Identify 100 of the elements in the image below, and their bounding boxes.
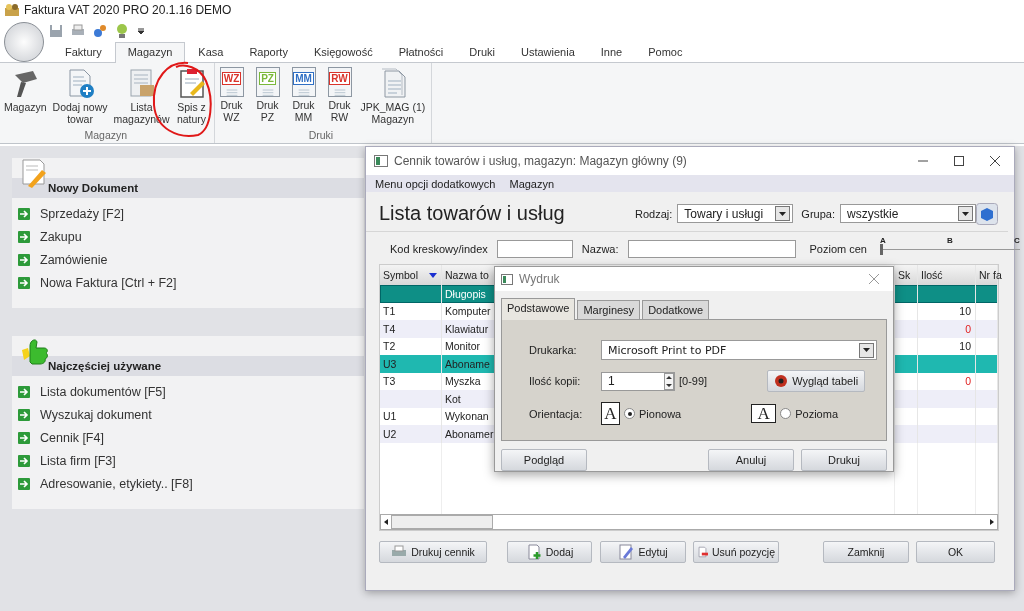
field-label: Kod kreskowy/index: [390, 243, 488, 255]
ribbon-button-label: Druk PZ: [256, 99, 279, 123]
slider-tick-label: B: [947, 236, 953, 245]
menu-item[interactable]: Menu opcji dodatkowych: [375, 177, 496, 190]
panel-title: Nowy Dokument: [12, 178, 364, 198]
arrow-icon: [18, 454, 30, 467]
dialog-tab[interactable]: Dodatkowe: [642, 300, 710, 319]
document-code-text: RW: [329, 72, 350, 85]
ribbon-button-label: Druk RW: [328, 99, 351, 123]
panel-link[interactable]: Nowa Faktura [Ctrl + F2]: [12, 271, 364, 294]
ribbon-tab[interactable]: Płatności: [385, 42, 457, 62]
dialog-title: Wydruk: [519, 272, 560, 286]
orientation-radio[interactable]: Pozioma: [780, 407, 838, 420]
dialog-button[interactable]: Podgląd: [501, 449, 587, 471]
panel-link[interactable]: Lista dokumentów [F5]: [12, 380, 364, 403]
ribbon-tab[interactable]: Pomoc: [635, 42, 696, 62]
dialog-button[interactable]: Anuluj: [708, 449, 794, 471]
field-label: Rodzaj:: [635, 207, 673, 220]
ribbon-button-label: Magazyn: [4, 101, 47, 113]
panel-link[interactable]: Wyszukaj dokument: [12, 403, 364, 426]
scrollbar-thumb[interactable]: [391, 515, 493, 529]
maximize-icon[interactable]: [954, 156, 964, 166]
page-orientation-icon: A: [751, 404, 777, 423]
dialog-tab[interactable]: Podstawowe: [501, 298, 576, 320]
action-button[interactable]: OK: [916, 541, 995, 563]
arrow-icon: [18, 253, 30, 266]
slider-thumb[interactable]: [880, 244, 883, 255]
type-dropdown[interactable]: Towary i usługi: [677, 204, 794, 223]
field-label: Ilość kopii:: [529, 375, 582, 387]
lightbulb-icon[interactable]: [114, 23, 130, 39]
ribbon-tab[interactable]: Inne: [587, 42, 636, 62]
table-cell: 0: [918, 320, 976, 338]
action-button[interactable]: Dodaj: [507, 541, 592, 563]
orientation-radio[interactable]: Pionowa: [624, 407, 682, 420]
slider-tick-label: C: [1014, 236, 1020, 245]
dialog-tab[interactable]: Marginesy: [577, 300, 641, 319]
ribbon-button[interactable]: Dodaj nowy towar: [50, 63, 110, 129]
ribbon-tab[interactable]: Kasa: [185, 42, 237, 62]
name-input-field[interactable]: [627, 240, 796, 258]
window-icon: [501, 273, 513, 285]
window-title: Faktura VAT 2020 PRO 20.1.16 DEMO: [24, 3, 232, 17]
ribbon-button[interactable]: PZ Druk PZ: [250, 63, 285, 129]
barcode-input-field[interactable]: [496, 240, 573, 258]
edit-document-icon: [618, 544, 635, 560]
range-hint: [0-99]: [679, 375, 708, 387]
close-icon[interactable]: [990, 156, 1000, 166]
ribbon-button[interactable]: Magazyn: [2, 63, 49, 129]
panel-link[interactable]: Sprzedaży [F2]: [12, 202, 364, 225]
arrow-icon: [18, 385, 30, 398]
dropdown-caret-icon[interactable]: [136, 26, 146, 36]
ribbon-tab[interactable]: Ustawienia: [507, 42, 588, 62]
application-menu-button[interactable]: [4, 22, 44, 62]
app-icon: [4, 3, 20, 17]
field-label: Nazwa:: [581, 243, 619, 255]
copies-spinner[interactable]: 1: [601, 371, 675, 391]
group-dropdown[interactable]: wszystkie: [840, 204, 976, 223]
field-label: Grupa:: [801, 207, 835, 220]
dropdown-arrow-icon: [863, 348, 870, 352]
ribbon-button[interactable]: RW Druk RW: [322, 63, 357, 129]
panel-link[interactable]: Lista firm [F3]: [12, 449, 364, 472]
panel-title: Najczęściej używane: [12, 356, 364, 376]
horizontal-scrollbar[interactable]: [380, 514, 998, 530]
action-button[interactable]: Drukuj cennik: [379, 541, 487, 563]
window-title: Cennik towarów i usług, magazyn: Magazyn główny (9): [394, 154, 687, 168]
ribbon-button[interactable]: MM Druk MM: [286, 63, 321, 129]
save-icon[interactable]: [48, 23, 64, 39]
spinner-arrows-icon[interactable]: [664, 372, 674, 390]
arrow-icon: [18, 276, 30, 289]
ribbon-button[interactable]: JPK_MAG (1) Magazyn: [358, 63, 428, 129]
table-cell: T4: [380, 320, 442, 338]
gears-icon[interactable]: [92, 23, 108, 39]
ribbon-tab[interactable]: Magazyn: [114, 42, 186, 63]
panel-link[interactable]: Zamówienie: [12, 248, 364, 271]
price-level-slider[interactable]: A B C: [880, 236, 1020, 262]
ribbon-tab[interactable]: Faktury: [52, 42, 115, 62]
ribbon-button-label: JPK_MAG (1) Magazyn: [360, 101, 426, 125]
window-icon: [374, 155, 388, 167]
page-heading: Lista towarów i usług: [379, 202, 566, 225]
table-cell: U3: [380, 355, 442, 373]
action-button[interactable]: Edytuj: [600, 541, 686, 563]
menu-item[interactable]: Magazyn: [509, 177, 555, 190]
arrow-icon: [18, 230, 30, 243]
panel-link[interactable]: Cennik [F4]: [12, 426, 364, 449]
table-layout-button[interactable]: Wygląd tabeli: [767, 370, 866, 392]
panel-link[interactable]: Zakupu: [12, 225, 364, 248]
ribbon-tab[interactable]: Druki: [456, 42, 508, 62]
field-label: Orientacja:: [529, 407, 584, 420]
panel-link[interactable]: Adresowanie, etykiety.. [F8]: [12, 472, 364, 495]
cube-icon[interactable]: [976, 202, 998, 225]
ribbon-button[interactable]: WZ Druk WZ: [214, 63, 249, 129]
action-button[interactable]: Zamknij: [823, 541, 909, 563]
ribbon-tab[interactable]: Raporty: [236, 42, 301, 62]
ribbon-button[interactable]: Spis z natury: [173, 63, 210, 129]
ribbon-tab[interactable]: Księgowość: [300, 42, 386, 62]
dialog-button[interactable]: Drukuj: [801, 449, 887, 471]
sort-arrow-icon: [429, 272, 437, 278]
arrow-icon: [18, 431, 30, 444]
printer-dropdown[interactable]: Microsoft Print to PDF: [601, 340, 877, 360]
remove-document-icon: [697, 544, 708, 560]
action-button[interactable]: Usuń pozycję: [693, 541, 779, 563]
